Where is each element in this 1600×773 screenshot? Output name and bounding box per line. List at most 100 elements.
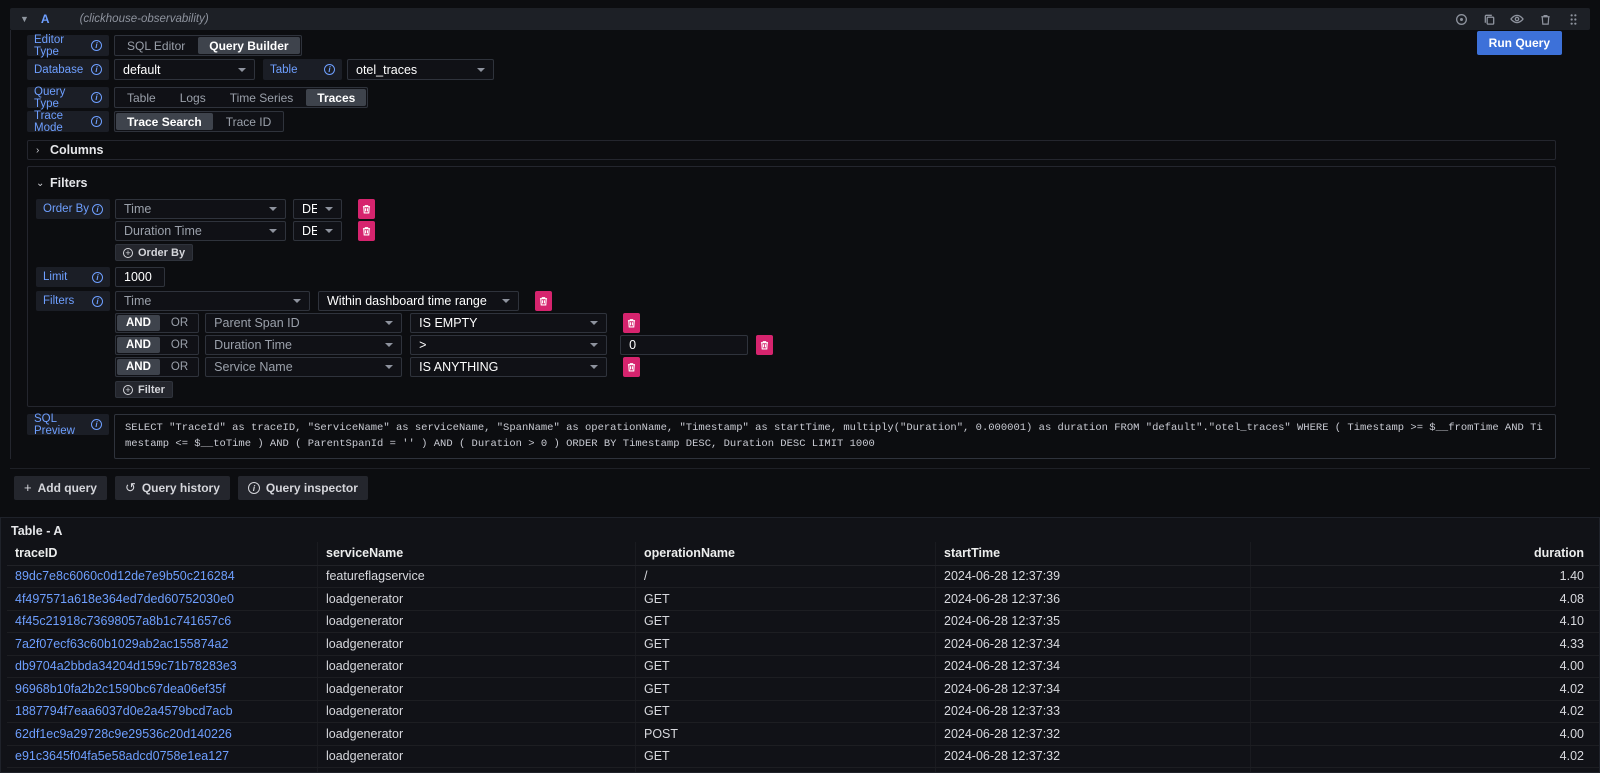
order-by-direction-select[interactable]: DESC — [293, 199, 342, 219]
filter-operator-select[interactable]: IS EMPTY — [410, 313, 607, 333]
column-header-duration[interactable]: duration — [1251, 542, 1599, 565]
info-icon[interactable]: i — [324, 64, 335, 75]
column-header-servicename[interactable]: serviceName — [318, 542, 636, 565]
conjunction-toggle: AND OR — [115, 335, 199, 355]
query-history-button[interactable]: ↺ Query history — [115, 476, 230, 500]
column-header-operationname[interactable]: operationName — [636, 542, 936, 565]
cell-duration: 4.00 — [1251, 723, 1599, 745]
remove-filter-button[interactable] — [535, 291, 552, 311]
and-option[interactable]: AND — [117, 359, 160, 375]
cell-traceid: 96968b10fa2b2c1590bc67dea06ef35f — [7, 678, 318, 700]
cell-duration: 4.00 — [1251, 656, 1599, 678]
info-icon[interactable]: i — [92, 204, 103, 215]
trace-mode-trace-search[interactable]: Trace Search — [116, 113, 213, 130]
filter-field-select[interactable]: Parent Span ID — [205, 313, 402, 333]
query-type-traces[interactable]: Traces — [306, 89, 366, 106]
eye-icon[interactable] — [1510, 12, 1524, 26]
filter-field-select[interactable]: Duration Time — [205, 335, 402, 355]
trace-mode-label: Trace Mode i — [27, 111, 109, 132]
trace-id-link[interactable]: e91c3645f04fa5e58adcd0758e1ea127 — [15, 749, 229, 763]
filter-operator-select[interactable]: > — [410, 335, 607, 355]
table-row: 62df1ec9a29728c9e29536c20d140226 loadgene… — [7, 723, 1599, 746]
filter-field-select[interactable]: Time — [115, 291, 310, 311]
cell-starttime: 2024-06-28 12:37:39 — [936, 566, 1251, 588]
column-header-traceid[interactable]: traceID — [7, 542, 318, 565]
cell-servicename: loadgenerator — [318, 723, 636, 745]
editor-type-sql-editor[interactable]: SQL Editor — [116, 37, 196, 54]
chevron-down-icon — [385, 365, 393, 369]
filters-section-toggle[interactable]: ⌄ Filters — [36, 175, 1547, 191]
columns-section-toggle[interactable]: › Columns — [27, 140, 1556, 160]
filter-operator-select[interactable]: IS ANYTHING — [410, 357, 607, 377]
table-row: 7a2f07ecf63c60b1029ab2ac155874a2loadgene… — [7, 633, 1599, 656]
limit-input[interactable] — [115, 267, 165, 287]
table-select[interactable]: otel_traces — [347, 59, 494, 80]
query-row-header[interactable]: ▼ A (clickhouse-observability) — [10, 8, 1590, 30]
cell-starttime: 2024-06-28 12:37:33 — [936, 701, 1251, 723]
cell-traceid: 62df1ec9a29728c9e29536c20d140226 — [7, 723, 318, 745]
cell-operationname: GET — [636, 633, 936, 655]
chevron-down-icon — [477, 68, 485, 72]
trace-id-link[interactable]: 7a2f07ecf63c60b1029ab2ac155874a2 — [15, 637, 228, 651]
and-option[interactable]: AND — [117, 315, 160, 331]
trace-id-link[interactable]: 96968b10fa2b2c1590bc67dea06ef35f — [15, 682, 226, 696]
database-select[interactable]: default — [114, 59, 255, 80]
order-by-direction-select[interactable]: DESC — [293, 221, 342, 241]
or-option[interactable]: OR — [162, 359, 197, 375]
info-icon[interactable]: i — [91, 419, 102, 430]
add-filter-button[interactable]: + Filter — [115, 381, 173, 398]
run-query-button[interactable]: Run Query — [1477, 31, 1562, 55]
query-type-table[interactable]: Table — [116, 89, 167, 106]
trace-id-link[interactable]: db9704a2bbda34204d159c71b78283e3 — [15, 659, 237, 673]
order-by-field-select[interactable]: Duration Time — [115, 221, 286, 241]
drag-handle-icon[interactable] — [1566, 12, 1580, 26]
editor-type-query-builder[interactable]: Query Builder — [198, 37, 299, 54]
record-icon[interactable] — [1454, 12, 1468, 26]
remove-filter-button[interactable] — [756, 335, 773, 355]
cell-servicename: loadgenerator — [318, 611, 636, 633]
cell-duration: 4.02 — [1251, 678, 1599, 700]
trash-icon[interactable] — [1538, 12, 1552, 26]
or-option[interactable]: OR — [162, 337, 197, 353]
table-row: 1887794f7eaa6037d0e2a4579bcd7acbloadgene… — [7, 701, 1599, 724]
column-header-starttime[interactable]: startTime — [936, 542, 1251, 565]
cell-servicename: featureflagservice — [318, 566, 636, 588]
trace-id-link[interactable]: 4f45c21918c73698057a8b1c741657c6 — [15, 614, 231, 628]
info-icon[interactable]: i — [91, 40, 102, 51]
info-icon[interactable]: i — [92, 272, 103, 283]
or-option[interactable]: OR — [162, 315, 197, 331]
chevron-down-icon[interactable]: ▼ — [20, 14, 29, 24]
table-header-row: traceID serviceName operationName startT… — [7, 542, 1599, 566]
remove-order-by-button[interactable] — [358, 199, 375, 219]
info-icon[interactable]: i — [92, 296, 103, 307]
trace-id-link[interactable]: 1887794f7eaa6037d0e2a4579bcd7acb — [15, 704, 233, 718]
trace-id-link[interactable]: 4f497571a618e364ed7ded60752030e0 — [15, 592, 234, 606]
trace-mode-trace-id[interactable]: Trace ID — [215, 113, 283, 130]
filter-field-select[interactable]: Service Name — [205, 357, 402, 377]
trash-icon — [626, 361, 637, 373]
remove-filter-button[interactable] — [623, 313, 640, 333]
cell-traceid: 1887794f7eaa6037d0e2a4579bcd7acb — [7, 701, 318, 723]
results-table: traceID serviceName operationName startT… — [1, 542, 1599, 772]
order-by-field-select[interactable]: Time — [115, 199, 286, 219]
trace-id-link[interactable]: 89dc7e8c6060c0d12de7e9b50c216284 — [15, 569, 235, 583]
query-inspector-button[interactable]: i Query inspector — [238, 476, 368, 500]
cell-operationname: / — [636, 566, 936, 588]
query-type-logs[interactable]: Logs — [169, 89, 217, 106]
info-icon[interactable]: i — [91, 64, 102, 75]
chevron-down-icon — [590, 343, 598, 347]
and-option[interactable]: AND — [117, 337, 160, 353]
remove-filter-button[interactable] — [623, 357, 640, 377]
cell-duration: 4.33 — [1251, 633, 1599, 655]
filter-value-input[interactable] — [620, 335, 748, 355]
info-icon[interactable]: i — [91, 116, 102, 127]
add-order-by-button[interactable]: + Order By — [115, 244, 193, 261]
filter-operator-select[interactable]: Within dashboard time range — [318, 291, 519, 311]
remove-order-by-button[interactable] — [358, 221, 375, 241]
trace-id-link[interactable]: 62df1ec9a29728c9e29536c20d140226 — [15, 727, 232, 741]
table-row: 4f497571a618e364ed7ded60752030e0loadgene… — [7, 588, 1599, 611]
duplicate-icon[interactable] — [1482, 12, 1496, 26]
query-type-time-series[interactable]: Time Series — [219, 89, 305, 106]
add-query-button[interactable]: + Add query — [14, 476, 107, 500]
info-icon[interactable]: i — [91, 92, 102, 103]
